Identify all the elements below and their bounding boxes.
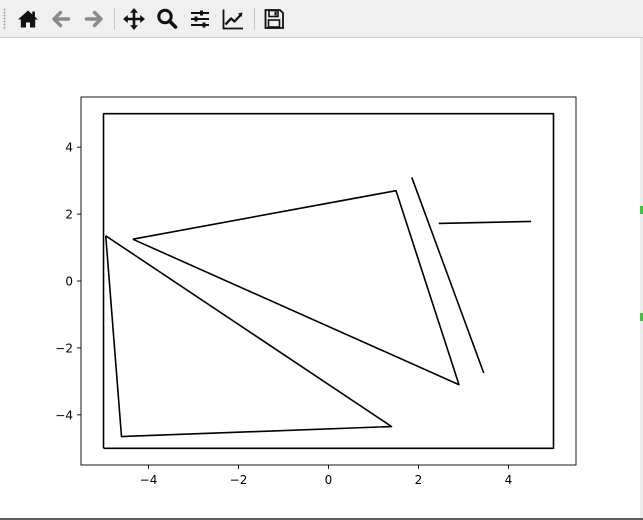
pan-button[interactable] <box>121 6 147 32</box>
y-tick-label: −2 <box>55 341 73 355</box>
plot-figure: −4 −2 0 2 4 −4 −2 0 2 4 <box>0 38 643 518</box>
toolbar-separator <box>254 8 255 30</box>
x-tick-label: −4 <box>140 473 158 487</box>
axes-frame <box>80 96 577 466</box>
zoom-button[interactable] <box>154 6 180 32</box>
x-tick-label: 0 <box>325 473 333 487</box>
save-button[interactable] <box>261 6 287 32</box>
navigation-toolbar <box>0 0 643 38</box>
zoom-magnifier-icon <box>157 8 178 29</box>
figure-canvas[interactable]: −4 −2 0 2 4 −4 −2 0 2 4 <box>0 38 643 518</box>
home-button[interactable] <box>15 6 41 32</box>
matplotlib-window: −4 −2 0 2 4 −4 −2 0 2 4 <box>0 0 643 520</box>
toolbar-grip-handle[interactable] <box>3 8 6 30</box>
y-tick-label: 4 <box>65 141 73 155</box>
toolbar-separator <box>114 8 115 30</box>
y-tick-label: 0 <box>65 275 73 289</box>
forward-arrow-icon <box>84 10 103 28</box>
back-arrow-icon <box>52 10 71 28</box>
x-tick-label: −2 <box>230 473 248 487</box>
x-tick-label: 4 <box>505 473 513 487</box>
back-button[interactable] <box>48 6 74 32</box>
pan-move-icon <box>123 8 145 30</box>
y-tick-label: 2 <box>65 208 73 222</box>
configure-subplots-icon <box>191 10 209 28</box>
y-tick-label: −4 <box>55 408 73 422</box>
axes: −4 −2 0 2 4 −4 −2 0 2 4 <box>55 96 577 487</box>
home-icon <box>18 10 38 28</box>
save-disk-icon <box>264 9 284 29</box>
edit-axis-button[interactable] <box>220 6 246 32</box>
forward-button[interactable] <box>81 6 107 32</box>
x-tick-label: 2 <box>415 473 423 487</box>
edit-axis-icon <box>222 9 243 30</box>
configure-subplots-button[interactable] <box>187 6 213 32</box>
